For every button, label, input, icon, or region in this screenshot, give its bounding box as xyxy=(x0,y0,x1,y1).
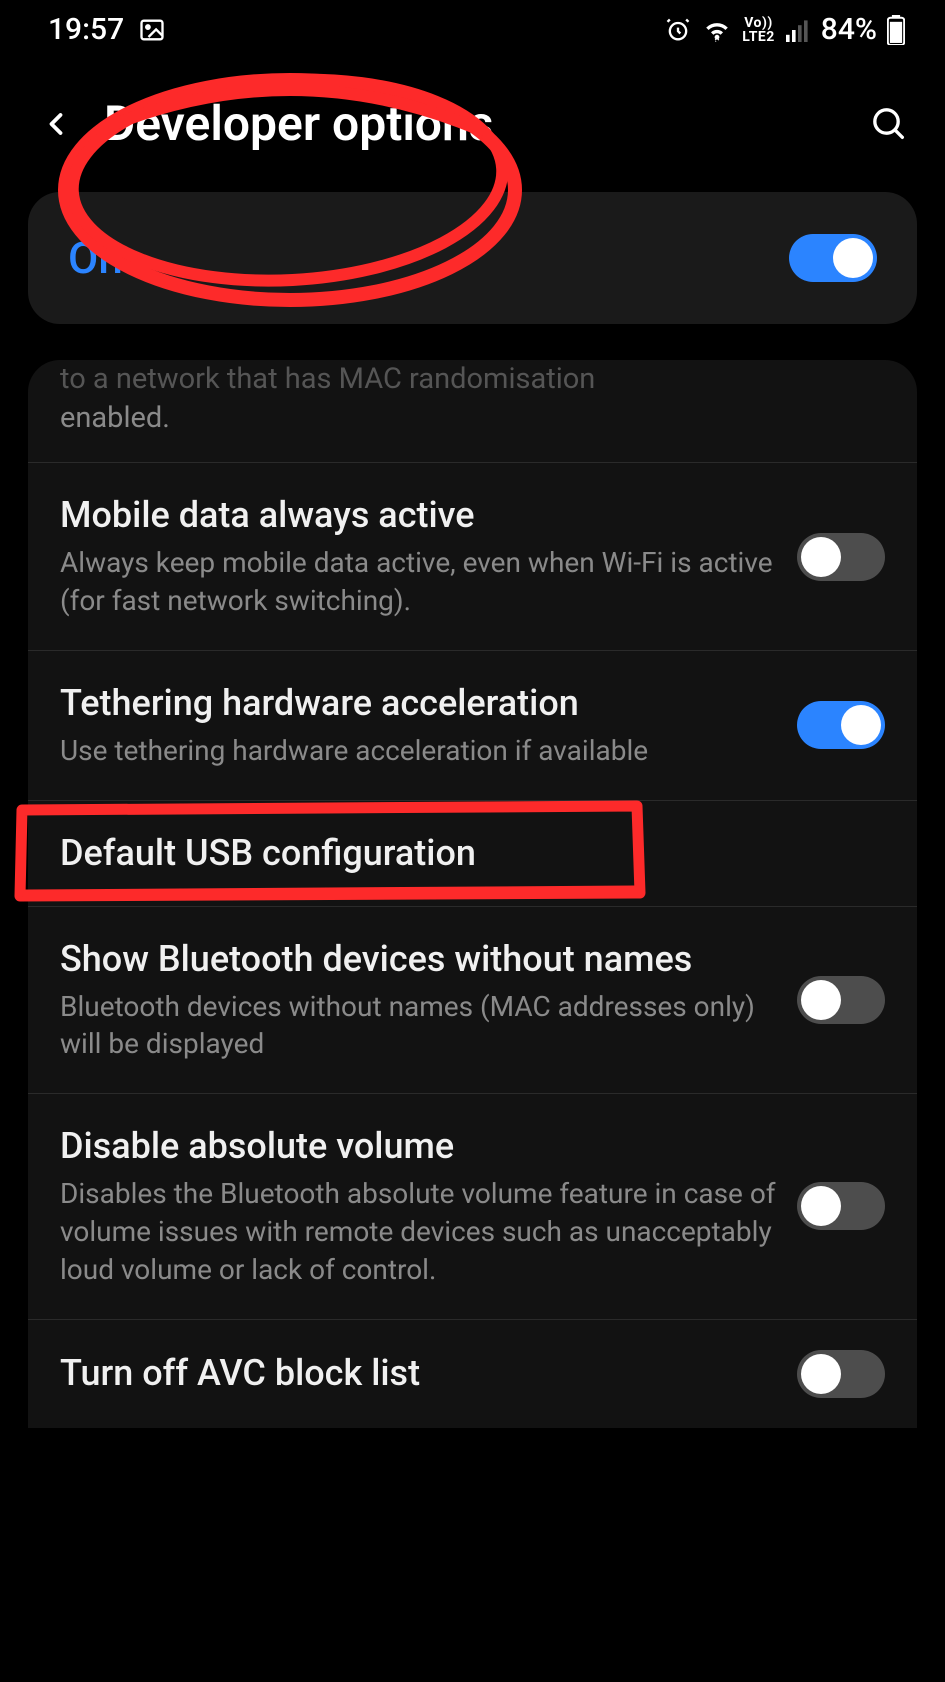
partial-row[interactable]: to a network that has MAC randomisation … xyxy=(28,360,917,463)
row-turn-off-avc-block-list[interactable]: Turn off AVC block list xyxy=(28,1320,917,1428)
alarm-icon xyxy=(664,16,692,44)
search-button[interactable] xyxy=(861,96,917,152)
page-title: Developer options xyxy=(104,95,861,152)
status-time: 19:57 xyxy=(48,12,124,47)
row-title: Turn off AVC block list xyxy=(60,1351,777,1396)
toggle-avc-block[interactable] xyxy=(797,1350,885,1398)
row-title: Tethering hardware acceleration xyxy=(60,681,777,726)
row-title: Show Bluetooth devices without names xyxy=(60,937,777,982)
toggle-bt-no-names[interactable] xyxy=(797,976,885,1024)
picture-icon xyxy=(138,16,166,44)
toggle-mobile-data[interactable] xyxy=(797,533,885,581)
toggle-tethering[interactable] xyxy=(797,701,885,749)
settings-list: to a network that has MAC randomisation … xyxy=(28,360,917,1428)
row-show-bt-no-names[interactable]: Show Bluetooth devices without names Blu… xyxy=(28,907,917,1095)
master-toggle-label: On xyxy=(68,232,123,284)
toggle-absolute-volume[interactable] xyxy=(797,1182,885,1230)
master-toggle-card[interactable]: On xyxy=(28,192,917,324)
row-subtitle: Disables the Bluetooth absolute volume f… xyxy=(60,1175,777,1288)
battery-icon xyxy=(887,15,905,45)
status-bar: 19:57 Vo)) LTE2 84% xyxy=(0,0,945,55)
toggle-knob xyxy=(833,238,873,278)
row-title: Mobile data always active xyxy=(60,493,777,538)
partial-text-upper: to a network that has MAC randomisation xyxy=(60,360,885,399)
battery-percent: 84% xyxy=(821,12,877,47)
partial-text-lower: enabled. xyxy=(60,399,885,438)
row-subtitle: Always keep mobile data active, even whe… xyxy=(60,544,777,620)
volte-icon: Vo)) LTE2 xyxy=(742,16,775,44)
row-tethering-hw-accel[interactable]: Tethering hardware acceleration Use teth… xyxy=(28,651,917,801)
master-toggle[interactable] xyxy=(789,234,877,282)
row-default-usb-config[interactable]: Default USB configuration xyxy=(28,801,917,907)
row-title: Disable absolute volume xyxy=(60,1124,777,1169)
signal-icon xyxy=(785,18,811,42)
row-subtitle: Bluetooth devices without names (MAC add… xyxy=(60,988,777,1064)
row-subtitle: Use tethering hardware acceleration if a… xyxy=(60,732,777,770)
back-button[interactable] xyxy=(28,96,84,152)
row-mobile-data-always-active[interactable]: Mobile data always active Always keep mo… xyxy=(28,463,917,651)
status-left: 19:57 xyxy=(48,12,166,47)
row-disable-absolute-volume[interactable]: Disable absolute volume Disables the Blu… xyxy=(28,1094,917,1319)
app-header: Developer options xyxy=(0,55,945,192)
row-title: Default USB configuration xyxy=(60,831,865,876)
status-right: Vo)) LTE2 84% xyxy=(664,12,905,47)
wifi-icon xyxy=(702,18,732,42)
